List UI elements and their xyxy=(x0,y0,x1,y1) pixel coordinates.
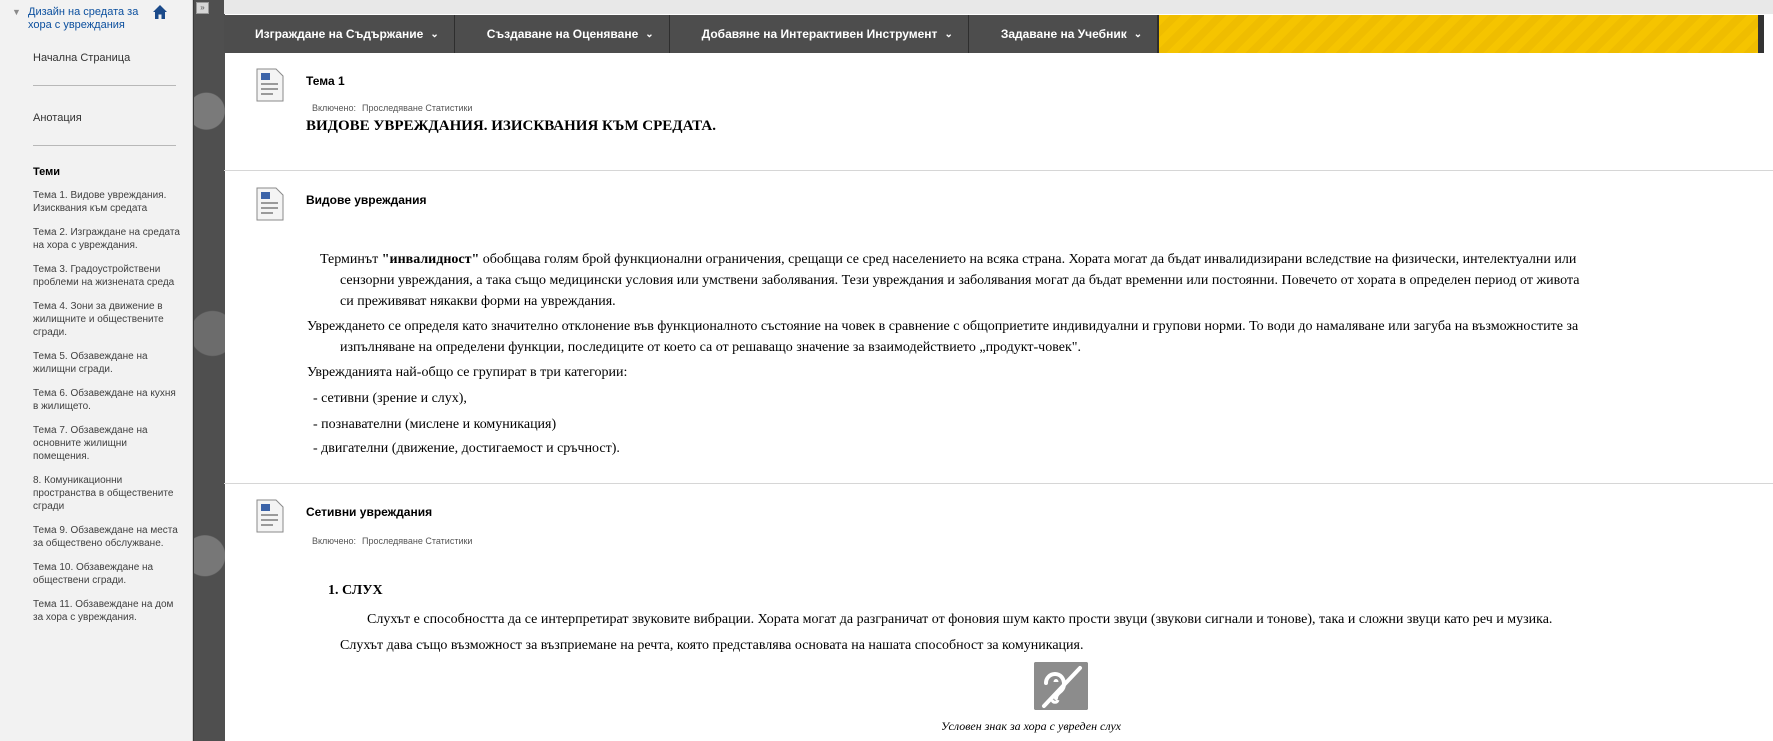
item-title[interactable]: Видове увреждания xyxy=(306,193,427,207)
list-item: - сетивни (зрение и слух), xyxy=(313,391,467,406)
item-meta: Включено: Проследяване Статистики xyxy=(312,103,472,113)
meta-enabled-label: Включено: xyxy=(312,103,357,113)
topic-heading: ВИДОВЕ УВРЕЖДАНИЯ. ИЗИСКВАНИЯ КЪМ СРЕДАТ… xyxy=(306,118,716,134)
list-item: - двигателни (движение, достигаемост и с… xyxy=(313,441,620,456)
sidebar-divider xyxy=(33,85,176,86)
sidebar-item-topic-2[interactable]: Тема 2. Изграждане на средата на хора с … xyxy=(0,226,192,252)
item-divider xyxy=(224,170,1773,171)
sidebar-item-home[interactable]: Начална Страница xyxy=(0,52,192,65)
image-caption: Условен знак за хора с увреден слух xyxy=(941,719,1121,733)
paragraph-line: Уврежданията най-общо се групират в три … xyxy=(307,365,628,380)
hearing-impaired-icon xyxy=(1034,662,1088,710)
paragraph-text: обобщава голям брой функционални огранич… xyxy=(479,252,1577,267)
top-border xyxy=(224,0,1773,14)
course-menu: ▼ Дизайн на средата за хора с увреждания… xyxy=(0,0,193,741)
collapse-caret-icon[interactable]: ▼ xyxy=(12,7,21,17)
decorative-strip: » xyxy=(193,0,225,741)
sidebar-item-topic-3[interactable]: Тема 3. Градоустройствени проблеми на жи… xyxy=(0,263,192,289)
assign-textbook-menu[interactable]: Задаване на Учебник ⌄ xyxy=(969,15,1159,53)
item-divider xyxy=(224,483,1773,484)
sidebar-item-topic-4[interactable]: Тема 4. Зони за движение в жилищните и о… xyxy=(0,300,192,339)
sidebar-heading-topics: Теми xyxy=(33,166,61,178)
document-icon xyxy=(256,68,284,102)
add-interactive-tool-menu[interactable]: Добавяне на Интерактивен Инструмент ⌄ xyxy=(670,15,969,53)
list-item: - познавателни (мислене и комуникация) xyxy=(313,417,557,432)
content-item-topic-1: Тема 1 Включено: Проследяване Статистики … xyxy=(224,62,1773,140)
document-icon xyxy=(256,187,284,221)
sidebar-item-topic-1[interactable]: Тема 1. Видове увреждания. Изисквания къ… xyxy=(0,189,192,215)
sidebar-item-topic-9[interactable]: Тема 9. Обзавеждане на места за обществе… xyxy=(0,524,192,550)
sidebar-item-topic-8[interactable]: 8. Комуникационни пространства в обществ… xyxy=(0,474,192,513)
sidebar-divider xyxy=(33,145,176,146)
paragraph-line: Слухът дава също възможност за възприема… xyxy=(340,638,1084,653)
item-meta: Включено: Проследяване Статистики xyxy=(312,536,472,546)
chevron-down-icon: ⌄ xyxy=(430,28,439,40)
sidebar-item-topic-5[interactable]: Тема 5. Обзавеждане на жилищни сгради. xyxy=(0,350,192,376)
sidebar-item-topic-10[interactable]: Тема 10. Обзавеждане на обществени сград… xyxy=(0,561,192,587)
sidebar-item-topic-11[interactable]: Тема 11. Обзавеждане на дом за хора с ув… xyxy=(0,598,192,624)
action-bar-edge xyxy=(1758,15,1764,53)
edit-mode-stripe xyxy=(1158,15,1758,53)
sidebar-item-annotation[interactable]: Анотация xyxy=(0,112,192,125)
build-content-menu[interactable]: Изграждане на Съдържание ⌄ xyxy=(224,15,455,53)
create-assessment-label: Създаване на Оценяване xyxy=(486,27,639,41)
paragraph-line: Терминът "инвалидност" обобщава голям бр… xyxy=(320,250,1576,269)
chevron-down-icon: ⌄ xyxy=(645,28,654,40)
section-heading: 1. СЛУХ xyxy=(328,583,383,598)
document-icon xyxy=(256,499,284,533)
add-interactive-tool-label: Добавяне на Интерактивен Инструмент xyxy=(701,27,938,41)
chevron-down-icon: ⌄ xyxy=(944,28,953,40)
meta-tracking-label: Проследяване Статистики xyxy=(362,103,473,113)
chevron-down-icon: ⌄ xyxy=(1133,28,1143,40)
paragraph-line: изпълняване на определени функции, после… xyxy=(340,340,1081,355)
paragraph-line: си преживяват някакви форми на увреждани… xyxy=(340,294,616,309)
home-icon[interactable] xyxy=(152,4,168,20)
term-disability: "инвалидност" xyxy=(381,252,480,267)
course-header: ▼ Дизайн на средата за хора с увреждания xyxy=(0,0,192,44)
meta-tracking-label: Проследяване Статистики xyxy=(362,536,473,546)
course-title-link[interactable]: Дизайн на средата за хора с увреждания xyxy=(28,6,156,32)
action-bar: Изграждане на Съдържание ⌄ Създаване на … xyxy=(224,15,1764,53)
paragraph-text: Терминът xyxy=(320,252,382,267)
sidebar-item-topic-6[interactable]: Тема 6. Обзавеждане на кухня в жилището. xyxy=(0,387,192,413)
sidebar-item-topic-7[interactable]: Тема 7. Обзавеждане на основните жилищни… xyxy=(0,424,192,463)
build-content-label: Изграждане на Съдържание xyxy=(255,27,424,41)
assign-textbook-label: Задаване на Учебник xyxy=(1000,27,1127,41)
paragraph-line: сензорни увреждания, а така също медицин… xyxy=(340,273,1580,288)
paragraph-line: Увреждането се определя като значително … xyxy=(307,319,1579,334)
meta-enabled-label: Включено: xyxy=(312,536,357,546)
item-title[interactable]: Тема 1 xyxy=(306,74,345,88)
paragraph-line: Слухът е способността да се интерпретира… xyxy=(367,612,1553,627)
create-assessment-menu[interactable]: Създаване на Оценяване ⌄ xyxy=(455,15,670,53)
collapse-menu-button[interactable]: » xyxy=(196,2,209,14)
item-title[interactable]: Сетивни увреждания xyxy=(306,505,432,519)
